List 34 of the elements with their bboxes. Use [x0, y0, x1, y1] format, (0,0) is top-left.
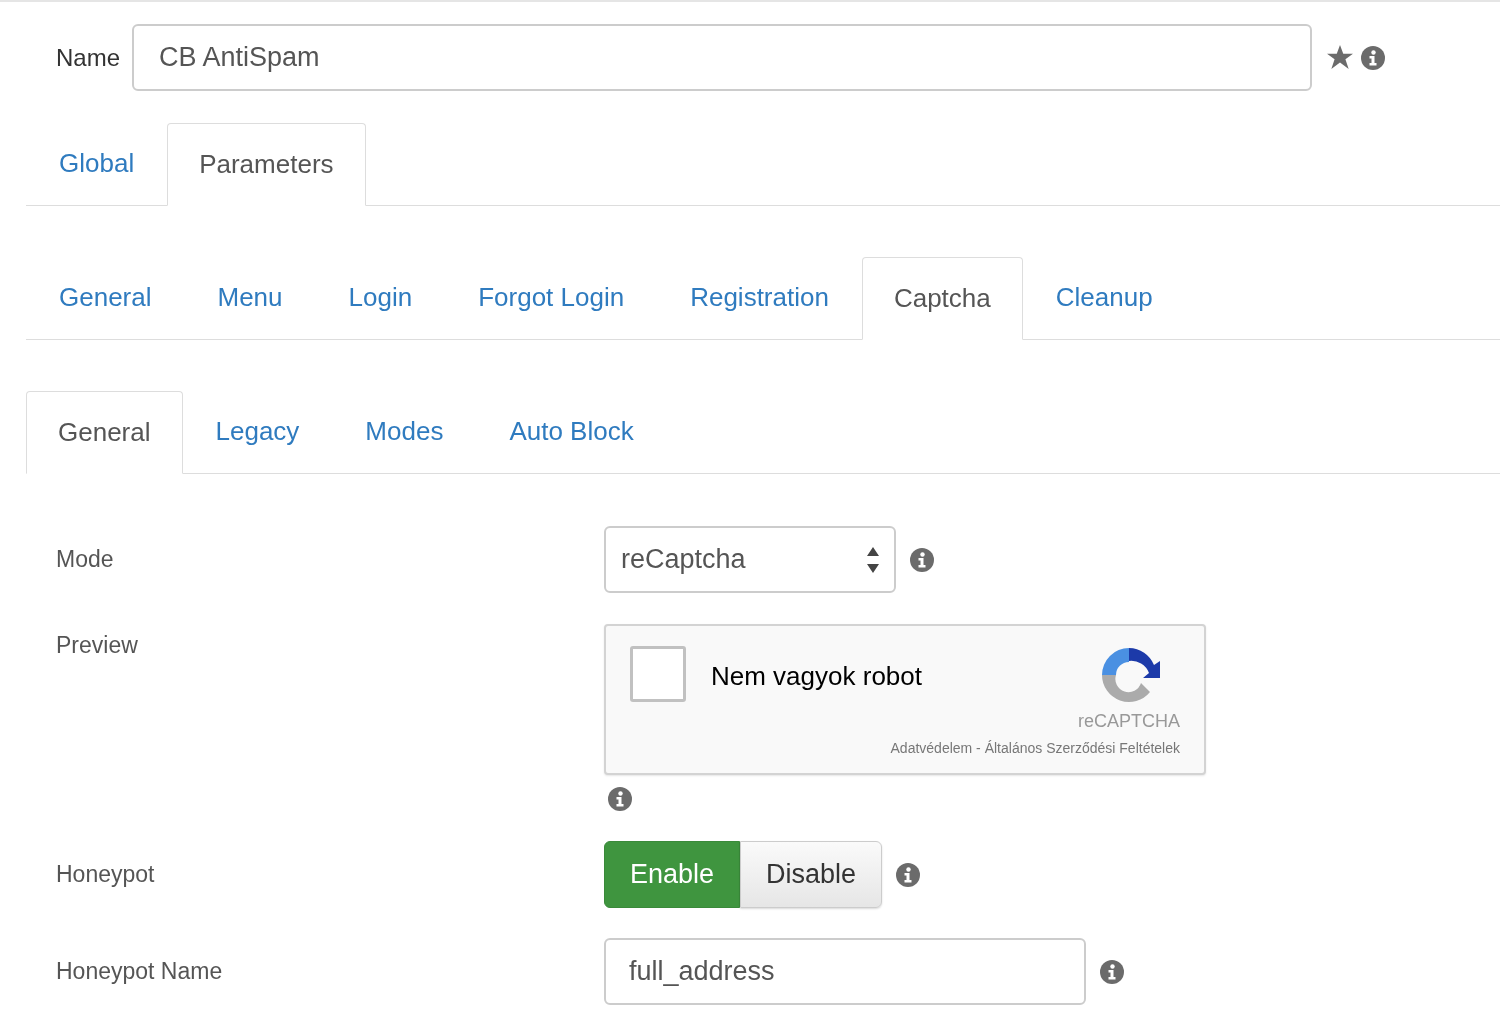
recaptcha-brand: reCAPTCHA: [1078, 712, 1180, 730]
recaptcha-terms-link[interactable]: Adatvédelem - Általános Szerződési Feltételek: [890, 738, 1180, 759]
toggle-option[interactable]: Enable: [604, 841, 741, 908]
tab[interactable]: Captcha: [861, 257, 1023, 340]
tab[interactable]: General: [26, 256, 185, 339]
tab[interactable]: Auto Block: [476, 390, 667, 473]
name-label: Name: [56, 42, 122, 73]
field-label: Preview: [55, 631, 139, 660]
select-arrows-icon: [867, 546, 879, 573]
mode-select[interactable]: reCaptcha: [604, 526, 896, 593]
tab[interactable]: Legacy: [182, 390, 333, 473]
tab[interactable]: Registration: [657, 256, 862, 339]
toggle-option[interactable]: Disable: [740, 841, 883, 908]
info-icon: [910, 547, 934, 572]
captcha-label: Nem vagyok robot: [711, 660, 922, 693]
tab[interactable]: Cleanup: [1022, 256, 1186, 339]
tab[interactable]: Forgot Login: [445, 256, 658, 339]
info-icon: [608, 787, 632, 811]
info-icon: [896, 862, 921, 887]
tab[interactable]: Global: [26, 122, 168, 205]
field-label: Honeypot Name: [55, 957, 224, 987]
info-icon: [1361, 45, 1385, 70]
tab[interactable]: Modes: [332, 390, 477, 473]
info-icon: [1100, 959, 1124, 984]
field-label: Mode: [55, 545, 115, 575]
input-field[interactable]: full_address: [604, 938, 1086, 1005]
tab[interactable]: Parameters: [167, 123, 366, 206]
captcha-checkbox[interactable]: [630, 646, 686, 702]
tab[interactable]: Menu: [184, 256, 316, 339]
tab[interactable]: General: [26, 391, 183, 474]
field-label: Honeypot: [55, 860, 156, 890]
tab[interactable]: Login: [315, 256, 446, 339]
name-input[interactable]: CB AntiSpam: [132, 24, 1312, 91]
star-icon[interactable]: [1327, 45, 1353, 70]
